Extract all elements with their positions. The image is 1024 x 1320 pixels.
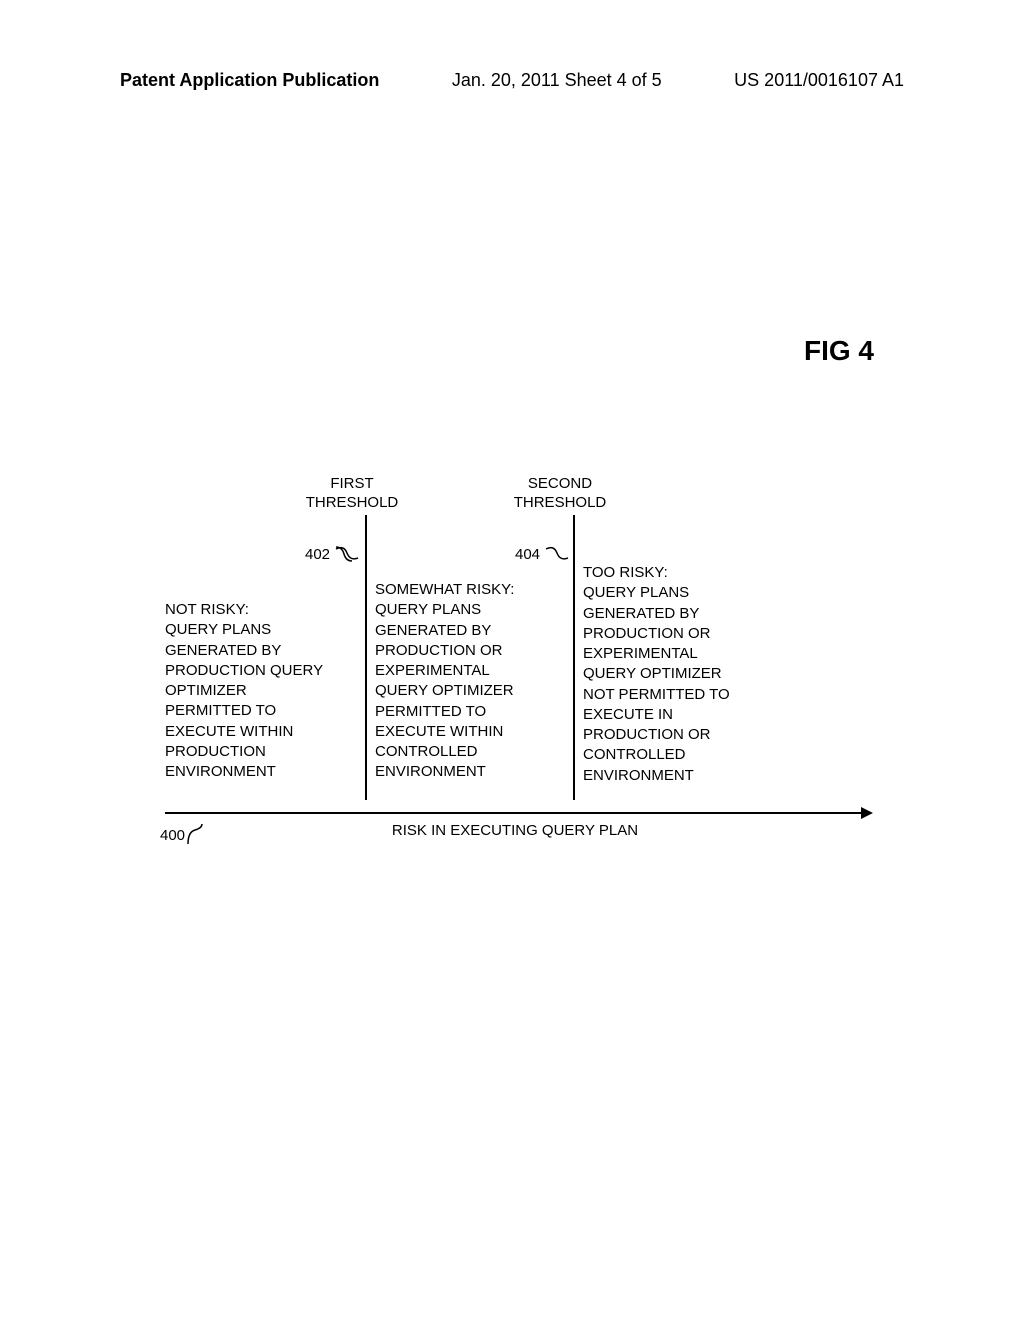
axis-label: RISK IN EXECUTING QUERY PLAN [165, 822, 865, 839]
second-threshold-ref: 404 [515, 545, 570, 563]
header-publication-type: Patent Application Publication [120, 70, 379, 91]
figure-title: FIG 4 [804, 335, 874, 367]
header-publication-number: US 2011/0016107 A1 [734, 70, 904, 91]
header-date-sheet: Jan. 20, 2011 Sheet 4 of 5 [452, 70, 662, 91]
first-threshold-label: FIRSTTHRESHOLD [287, 475, 417, 513]
somewhat-risky-column: SOMEWHAT RISKY:QUERY PLANSGENERATED BYPR… [375, 580, 565, 783]
page-header: Patent Application Publication Jan. 20, … [0, 0, 1024, 91]
ref-number-404: 404 [515, 546, 540, 563]
second-threshold-label: SECONDTHRESHOLD [495, 475, 625, 513]
threshold-divider-2 [573, 515, 575, 800]
not-risky-column: NOT RISKY:QUERY PLANSGENERATED BYPRODUCT… [165, 600, 355, 782]
risk-axis: 400 RISK IN EXECUTING QUERY PLAN [165, 808, 885, 838]
too-risky-column: TOO RISKY:QUERY PLANSGENERATED BYPRODUCT… [583, 563, 803, 786]
first-threshold-ref: 402 [305, 545, 360, 563]
curly-brace-icon [334, 545, 360, 563]
threshold-divider-1 [365, 515, 367, 800]
risk-columns: NOT RISKY:QUERY PLANSGENERATED BYPRODUCT… [165, 575, 885, 800]
threshold-labels-row: FIRSTTHRESHOLD SECONDTHRESHOLD [165, 475, 885, 545]
curly-brace-icon [544, 545, 570, 563]
risk-diagram: FIRSTTHRESHOLD SECONDTHRESHOLD 402 404 N… [165, 475, 885, 838]
ref-number-402: 402 [305, 546, 330, 563]
arrowhead-icon [861, 807, 873, 819]
axis-line [165, 812, 865, 814]
